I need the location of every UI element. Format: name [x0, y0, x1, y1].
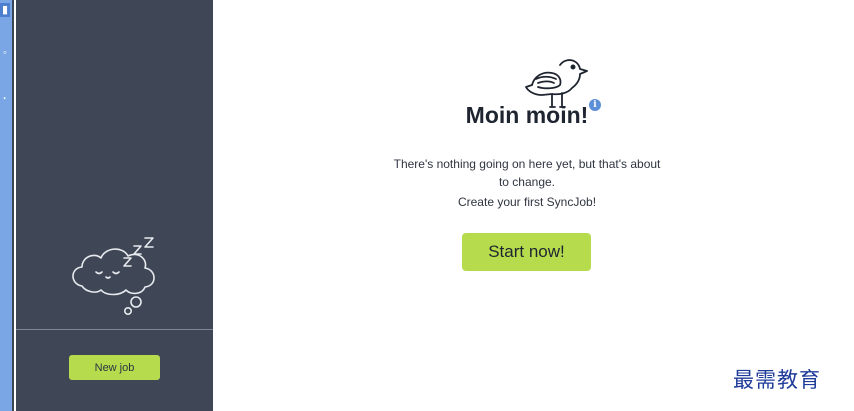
sleeping-cloud-icon [72, 237, 155, 316]
main-panel: i Moin moin! There's nothing going on he… [213, 0, 854, 411]
sidebar: New job [16, 0, 213, 411]
page-title: Moin moin! [465, 102, 589, 128]
settings-icon[interactable]: · [0, 92, 10, 106]
empty-state-description: There's nothing going on here yet, but t… [393, 157, 661, 189]
sync-icon[interactable]: ◦ [0, 46, 10, 60]
icon-rail: ▮ ◦ · [0, 0, 14, 411]
start-now-button[interactable]: Start now! [462, 233, 591, 271]
new-job-button[interactable]: New job [69, 355, 160, 380]
sidebar-divider [16, 329, 213, 330]
empty-state-subdescription: Create your first SyncJob! [457, 195, 597, 209]
watermark: 最需教育 [733, 368, 821, 392]
app-window: ▮ ◦ · New job i Moin moin! There's nothi… [0, 0, 854, 411]
document-icon[interactable]: ▮ [0, 3, 10, 17]
